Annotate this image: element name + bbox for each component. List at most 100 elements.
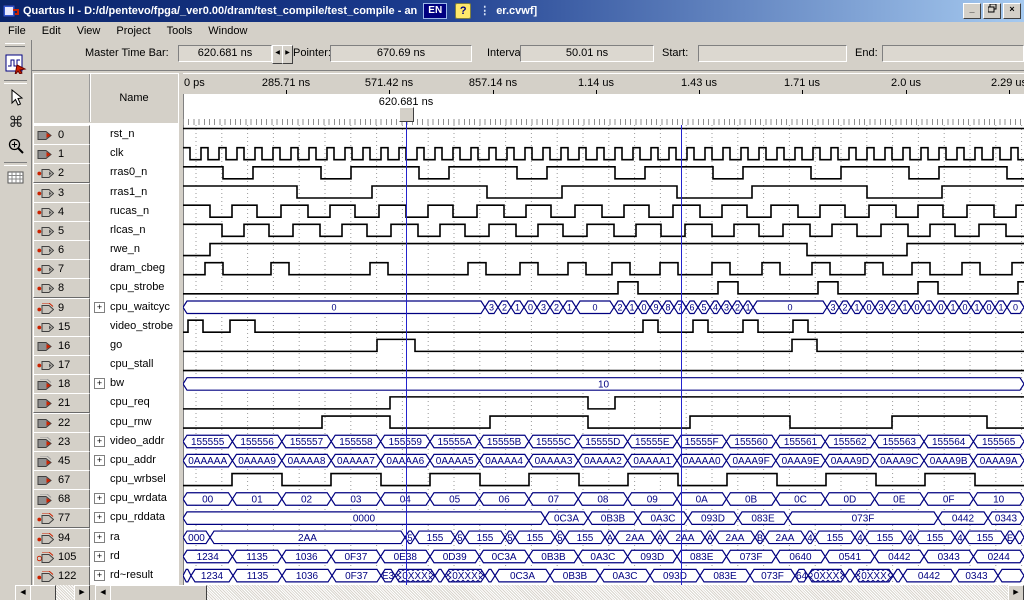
scroll-right-button[interactable]: ▶ [1008,585,1024,600]
grid-icon[interactable] [3,166,28,190]
signal-name-cell[interactable]: +bw [90,374,178,393]
waveform-row-dram_cbeg[interactable] [183,263,1024,275]
signal-id-cell[interactable]: 8 [33,278,90,298]
signal-name-cell[interactable]: video_strobe [90,317,178,336]
signal-id-cell[interactable]: 6 [33,240,90,260]
signal-id-cell[interactable]: 0 [33,125,90,145]
restore-button[interactable] [983,3,1001,19]
scroll-left-button[interactable]: ◀ [95,585,111,600]
menu-file[interactable]: File [0,23,34,39]
signal-name-cell[interactable]: +cpu_wrdata [90,489,178,508]
signal-name-cell[interactable]: +rd~result [90,566,178,585]
waveform-row-rras1_n[interactable] [183,186,1024,198]
master-time-cursor-handle[interactable] [399,107,414,122]
start-field[interactable] [698,45,847,62]
scroll-left-button[interactable]: ◀ [15,585,31,600]
signal-name-cell[interactable]: rst_n [90,125,178,144]
signal-id-cell[interactable]: 23 [33,432,90,452]
selection-arrow-icon[interactable] [3,86,28,110]
menu-tools[interactable]: Tools [159,23,201,39]
signal-id-cell[interactable]: 122 [33,566,90,586]
signal-name-cell[interactable]: cpu_rnw [90,413,178,432]
signal-id-cell[interactable]: 68 [33,489,90,509]
waveform-row-video_addr[interactable]: 15555515555615555715555815555915555A1555… [183,435,1024,448]
minimize-button[interactable]: _ [963,3,981,19]
waveform-row-cpu_waitcyc[interactable]: 03210321021098765432103210321010101010 [183,301,1024,314]
waveform-display[interactable]: 03210321021098765432103210321010101010 10… [183,125,1024,585]
signal-id-cell[interactable]: 105 [33,547,90,567]
signal-id-cell[interactable]: 1 [33,144,90,164]
close-button[interactable]: × [1003,3,1021,19]
signal-name-cell[interactable]: +cpu_waitcyc [90,298,178,317]
signal-id-cell[interactable]: 22 [33,413,90,433]
split-window-icon[interactable]: ⌘ [3,110,28,134]
signal-name-cell[interactable]: rras1_n [90,183,178,202]
signal-name-cell[interactable]: rras0_n [90,163,178,182]
waveform-row-cpu_rnw[interactable] [183,416,1024,428]
master-time-bar-field[interactable]: 620.681 ns [178,45,272,62]
waveform-row-go[interactable] [183,339,1024,351]
signal-name-cell[interactable]: cpu_strobe [90,278,178,297]
menu-project[interactable]: Project [108,23,158,39]
secondary-cursor-line[interactable] [681,125,682,585]
signal-name-cell[interactable]: +cpu_rddata [90,508,178,527]
language-indicator[interactable]: EN [423,3,447,19]
signal-id-cell[interactable]: 16 [33,336,90,356]
master-time-cursor-line[interactable] [406,121,407,585]
signal-name-cell[interactable]: cpu_wrbsel [90,470,178,489]
master-time-increment-button[interactable]: ▶ [282,45,293,64]
waveform-row-ra[interactable]: 0002AA5155515551555155A2AAA2AAA2AAB2AA41… [183,531,1024,544]
signal-id-cell[interactable]: 17 [33,355,90,375]
waveform-row-cpu_wrdata[interactable]: 000102030405060708090A0B0C0D0E0F10 [183,493,1024,506]
waveform-row-cpu_req[interactable] [183,397,1024,409]
waveform-row-cpu_wrbsel[interactable] [183,474,1024,486]
signal-id-cell[interactable]: 67 [33,470,90,490]
waveform-row-cpu_strobe[interactable] [183,282,1024,294]
signal-name-cell[interactable]: +video_addr [90,432,178,451]
time-ruler[interactable]: 0 ps285.71 ns571.42 ns857.14 ns1.14 us1.… [183,73,1024,96]
signal-id-cell[interactable]: 4 [33,202,90,222]
waveform-row-rucas_n[interactable] [183,205,1024,217]
scroll-right-button[interactable]: ▶ [74,585,90,600]
signal-id-cell[interactable]: 94 [33,528,90,548]
title-bar[interactable]: Quartus II - D:/d/pentevo/fpga/_ver0.00/… [0,0,1024,22]
signal-id-cell[interactable]: 21 [33,393,90,413]
waveform-row-rras0_n[interactable] [183,167,1024,179]
expand-button[interactable]: + [94,378,105,389]
waveform-row-rd[interactable]: 1234113510360F370E380D390C3A0B3B0A3C093D… [183,550,1024,563]
waveform-row-video_strobe[interactable] [183,320,1024,332]
waveform-row-rwe_n[interactable] [183,244,1024,256]
signal-name-cell[interactable]: +rd [90,547,178,566]
waveform-row-cpu_addr[interactable]: 0AAAAA0AAAA90AAAA80AAAA70AAAA60AAAA50AAA… [183,454,1024,467]
waveform-hscrollbar[interactable]: ◀ ▶ [95,585,1024,600]
expand-button[interactable]: + [94,551,105,562]
signal-name-cell[interactable]: rucas_n [90,202,178,221]
end-field[interactable] [882,45,1024,62]
expand-button[interactable]: + [94,493,105,504]
signal-id-cell[interactable]: 2 [33,163,90,183]
scrollbar-thumb[interactable] [110,585,207,600]
signal-name-cell[interactable]: cpu_stall [90,355,178,374]
menu-window[interactable]: Window [200,23,255,39]
expand-button[interactable]: + [94,570,105,581]
menu-edit[interactable]: Edit [34,23,69,39]
signal-name-cell[interactable]: +cpu_addr [90,451,178,470]
signal-id-cell[interactable]: 5 [33,221,90,241]
signal-id-cell[interactable]: 77 [33,508,90,528]
name-panel-hscrollbar[interactable]: ◀ ▶ [15,585,90,600]
expand-button[interactable]: + [94,455,105,466]
docked-window-grip-icon[interactable]: ⋮ [479,6,490,16]
waveform-row-bw[interactable]: 10 [183,378,1024,391]
expand-button[interactable]: + [94,302,105,313]
toolbar-grip[interactable] [5,43,25,47]
scrollbar-thumb[interactable] [30,585,56,600]
signal-name-cell[interactable]: rlcas_n [90,221,178,240]
signal-name-cell[interactable]: cpu_req [90,393,178,412]
waveform-row-cpu_rddata[interactable]: 00000C3A0B3B0A3C093D083E073F04420343 [183,512,1024,525]
signal-name-cell[interactable]: rwe_n [90,240,178,259]
signal-name-cell[interactable]: clk [90,144,178,163]
waveform-row-clk[interactable] [183,148,1024,160]
waveform-row-rd~result[interactable]: 1234113510360F37E30XXX0XXX0C3A0B3B0A3C09… [183,569,1024,582]
signal-id-cell[interactable]: 7 [33,259,90,279]
signal-name-cell[interactable]: dram_cbeg [90,259,178,278]
